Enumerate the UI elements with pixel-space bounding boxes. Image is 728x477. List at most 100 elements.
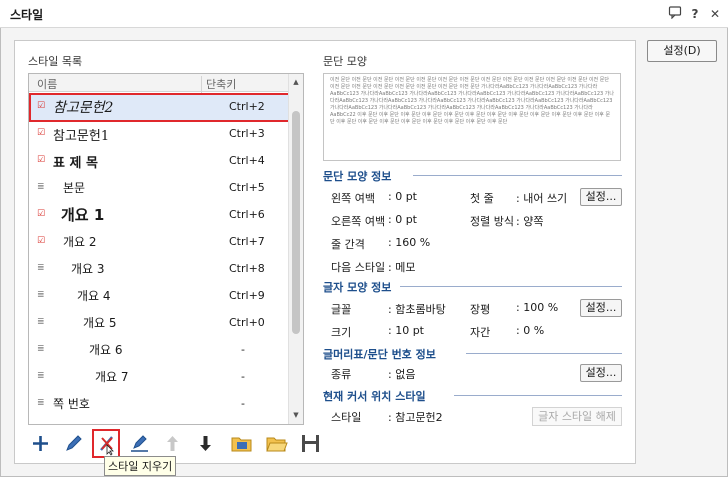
list-scrollbar[interactable]: ▲ ▼ <box>288 74 303 424</box>
list-item[interactable]: ☑ 개요 2 Ctrl+7 <box>29 228 289 255</box>
delete-button-highlight <box>92 429 120 458</box>
selection-highlight <box>29 93 291 122</box>
divider <box>413 175 622 176</box>
size-value: : 10 pt <box>388 324 424 337</box>
add-style-button[interactable] <box>28 431 53 456</box>
save-style-button[interactable] <box>298 431 323 456</box>
left-margin-label: 왼쪽 여백 <box>331 192 375 205</box>
list-item[interactable]: ≣ 개요 6 - <box>29 336 289 363</box>
char-info-title: 글자 모양 정보 <box>323 281 392 294</box>
clear-char-style-button[interactable]: 글자 스타일 해제 <box>532 407 622 426</box>
align-label: 정렬 방식 <box>470 215 514 228</box>
paragraph-style-icon: ☑ <box>37 209 46 219</box>
style-name: 개요 3 <box>71 262 105 276</box>
help-icon[interactable]: ? <box>686 5 704 23</box>
bullet-kind-value: : 없음 <box>388 368 416 381</box>
save-icon <box>302 435 319 452</box>
style-name: 개요 1 <box>61 206 105 224</box>
line-spacing-label: 줄 간격 <box>331 238 365 251</box>
pencil-icon <box>66 435 82 451</box>
style-name: 개요 2 <box>63 235 97 249</box>
column-name-header: 이름 <box>37 78 58 91</box>
style-shortcut: - <box>241 343 245 356</box>
character-style-icon: ≣ <box>37 371 45 381</box>
character-style-icon: ≣ <box>37 263 45 273</box>
arrow-down-icon <box>200 436 211 451</box>
first-line-value: : 내어 쓰기 <box>516 192 568 205</box>
list-item[interactable]: ☑ 참고문헌1 Ctrl+3 <box>29 120 289 147</box>
style-shortcut: Ctrl+9 <box>229 289 265 302</box>
para-info-title: 문단 모양 정보 <box>323 170 392 183</box>
divider <box>466 353 622 354</box>
right-margin-label: 오른쪽 여백 <box>331 215 386 228</box>
next-style-label: 다음 스타일 <box>331 261 386 274</box>
character-style-icon: ≣ <box>37 398 45 408</box>
list-item[interactable]: ≣ 쪽 번호 - <box>29 390 289 417</box>
style-shortcut: Ctrl+6 <box>229 208 265 221</box>
arrow-up-icon <box>167 436 178 451</box>
character-style-icon: ≣ <box>37 317 45 327</box>
spacing-label: 자간 <box>470 326 491 339</box>
para-settings-button[interactable]: 설정... <box>580 188 622 206</box>
paragraph-preview: 이전 문단 이전 문단 이전 문단 이전 문단 이전 문단 이전 문단 이전 문… <box>323 73 621 161</box>
spacing-value: : 0 % <box>516 324 545 337</box>
scroll-thumb[interactable] <box>292 111 300 334</box>
list-item[interactable]: ☑ 개요 1 Ctrl+6 <box>29 201 289 228</box>
move-up-button[interactable] <box>160 431 185 456</box>
list-item[interactable]: ≣ 개요 3 Ctrl+8 <box>29 255 289 282</box>
style-name: 표 제 목 <box>53 156 98 171</box>
bullet-settings-button[interactable]: 설정... <box>580 364 622 382</box>
title-bar: 스타일 ? ✕ <box>0 0 728 28</box>
style-name: 개요 4 <box>77 289 111 303</box>
left-margin-value: : 0 pt <box>388 190 417 203</box>
move-down-button[interactable] <box>193 431 218 456</box>
cursor-info-title: 현재 커서 위치 스타일 <box>323 390 426 403</box>
scroll-down-arrow-icon[interactable]: ▼ <box>289 408 303 423</box>
style-shortcut: Ctrl+8 <box>229 262 265 275</box>
list-item[interactable]: ≣ 개요 4 Ctrl+9 <box>29 282 289 309</box>
style-list[interactable]: 이름 단축키 ☑ 참고문헌2 Ctrl+2 ☑ 참고문헌1 Ctrl+3 ☑ 표… <box>28 73 304 425</box>
paragraph-style-icon: ☑ <box>37 155 46 165</box>
window-title: 스타일 <box>10 8 44 22</box>
character-style-icon: ≣ <box>37 344 45 354</box>
open-style-button[interactable] <box>264 431 289 456</box>
right-margin-value: : 0 pt <box>388 213 417 226</box>
style-shortcut: Ctrl+4 <box>229 154 265 167</box>
list-item[interactable]: ≣ 본문 Ctrl+5 <box>29 174 289 201</box>
list-item[interactable]: ≣ 개요 5 Ctrl+0 <box>29 309 289 336</box>
divider <box>400 286 622 287</box>
style-name: 본문 <box>63 181 86 195</box>
close-icon[interactable]: ✕ <box>706 5 724 23</box>
replace-style-icon <box>131 435 148 452</box>
ratio-value: : 100 % <box>516 301 559 314</box>
line-spacing-value: : 160 % <box>388 236 431 249</box>
style-shortcut: Ctrl+0 <box>229 316 265 329</box>
comment-icon[interactable] <box>666 5 684 23</box>
style-list-label: 스타일 목록 <box>28 55 83 68</box>
font-value: : 함초롬바탕 <box>388 303 446 316</box>
style-name: 개요 7 <box>95 370 129 384</box>
scroll-up-arrow-icon[interactable]: ▲ <box>289 75 303 90</box>
size-label: 크기 <box>331 326 352 339</box>
bullet-info-title: 글머리표/문단 번호 정보 <box>323 348 436 361</box>
list-item[interactable]: ≣ 개요 7 - <box>29 363 289 390</box>
style-shortcut: Ctrl+7 <box>229 235 265 248</box>
paragraph-style-icon: ☑ <box>37 128 46 138</box>
import-style-button[interactable] <box>229 431 254 456</box>
style-name: 참고문헌1 <box>53 129 110 144</box>
edit-style-button[interactable] <box>61 431 86 456</box>
settings-button[interactable]: 설정(D) <box>647 40 717 62</box>
replace-style-button[interactable] <box>127 431 152 456</box>
divider <box>454 395 622 396</box>
tooltip: 스타일 지우기 <box>104 456 177 476</box>
folder-import-icon <box>231 437 252 452</box>
column-shortcut-header: 단축키 <box>201 76 236 94</box>
list-item[interactable]: ☑ 표 제 목 Ctrl+4 <box>29 147 289 174</box>
align-value: : 양쪽 <box>516 215 544 228</box>
char-settings-button[interactable]: 설정... <box>580 299 622 317</box>
cursor-style-value: : 참고문헌2 <box>388 411 443 424</box>
style-name: 쪽 번호 <box>53 397 90 411</box>
character-style-icon: ≣ <box>37 290 45 300</box>
list-header: 이름 단축키 <box>29 74 289 94</box>
plus-icon <box>33 436 48 451</box>
